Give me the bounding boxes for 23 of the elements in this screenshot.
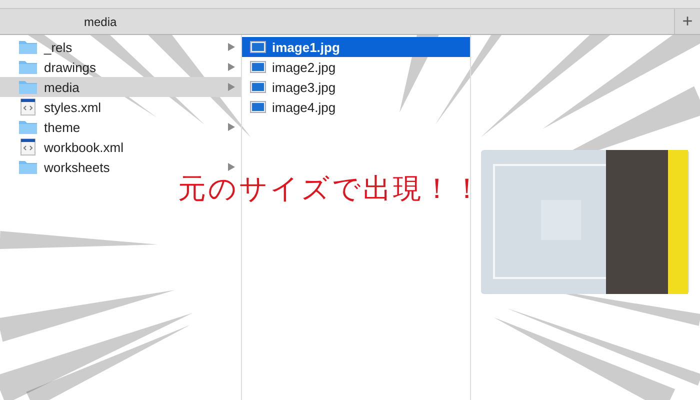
file-list-item[interactable]: theme [0,117,241,137]
file-list-item[interactable]: media [0,77,241,97]
image-file-icon [250,101,266,113]
folder-icon [18,39,38,55]
file-list-item[interactable]: _rels [0,37,241,57]
file-list-item[interactable]: workbook.xml [0,137,241,157]
code-file-icon [18,138,38,156]
file-list-item[interactable]: drawings [0,57,241,77]
folder-icon [18,159,38,175]
file-list-item[interactable]: image2.jpg [242,57,470,77]
folder-icon [18,79,38,95]
file-list-item[interactable]: image4.jpg [242,97,470,117]
folder-icon [18,59,38,75]
tab-title[interactable]: media [0,9,674,34]
image-file-icon [250,61,266,73]
new-tab-button[interactable]: + [674,9,700,34]
image-file-icon [250,81,266,93]
image-file-icon [250,41,266,53]
folder-icon [18,119,38,135]
file-list-item[interactable]: styles.xml [0,97,241,117]
file-list-item[interactable]: image1.jpg [242,37,470,57]
file-list-item[interactable]: image3.jpg [242,77,470,97]
code-file-icon [18,98,38,116]
